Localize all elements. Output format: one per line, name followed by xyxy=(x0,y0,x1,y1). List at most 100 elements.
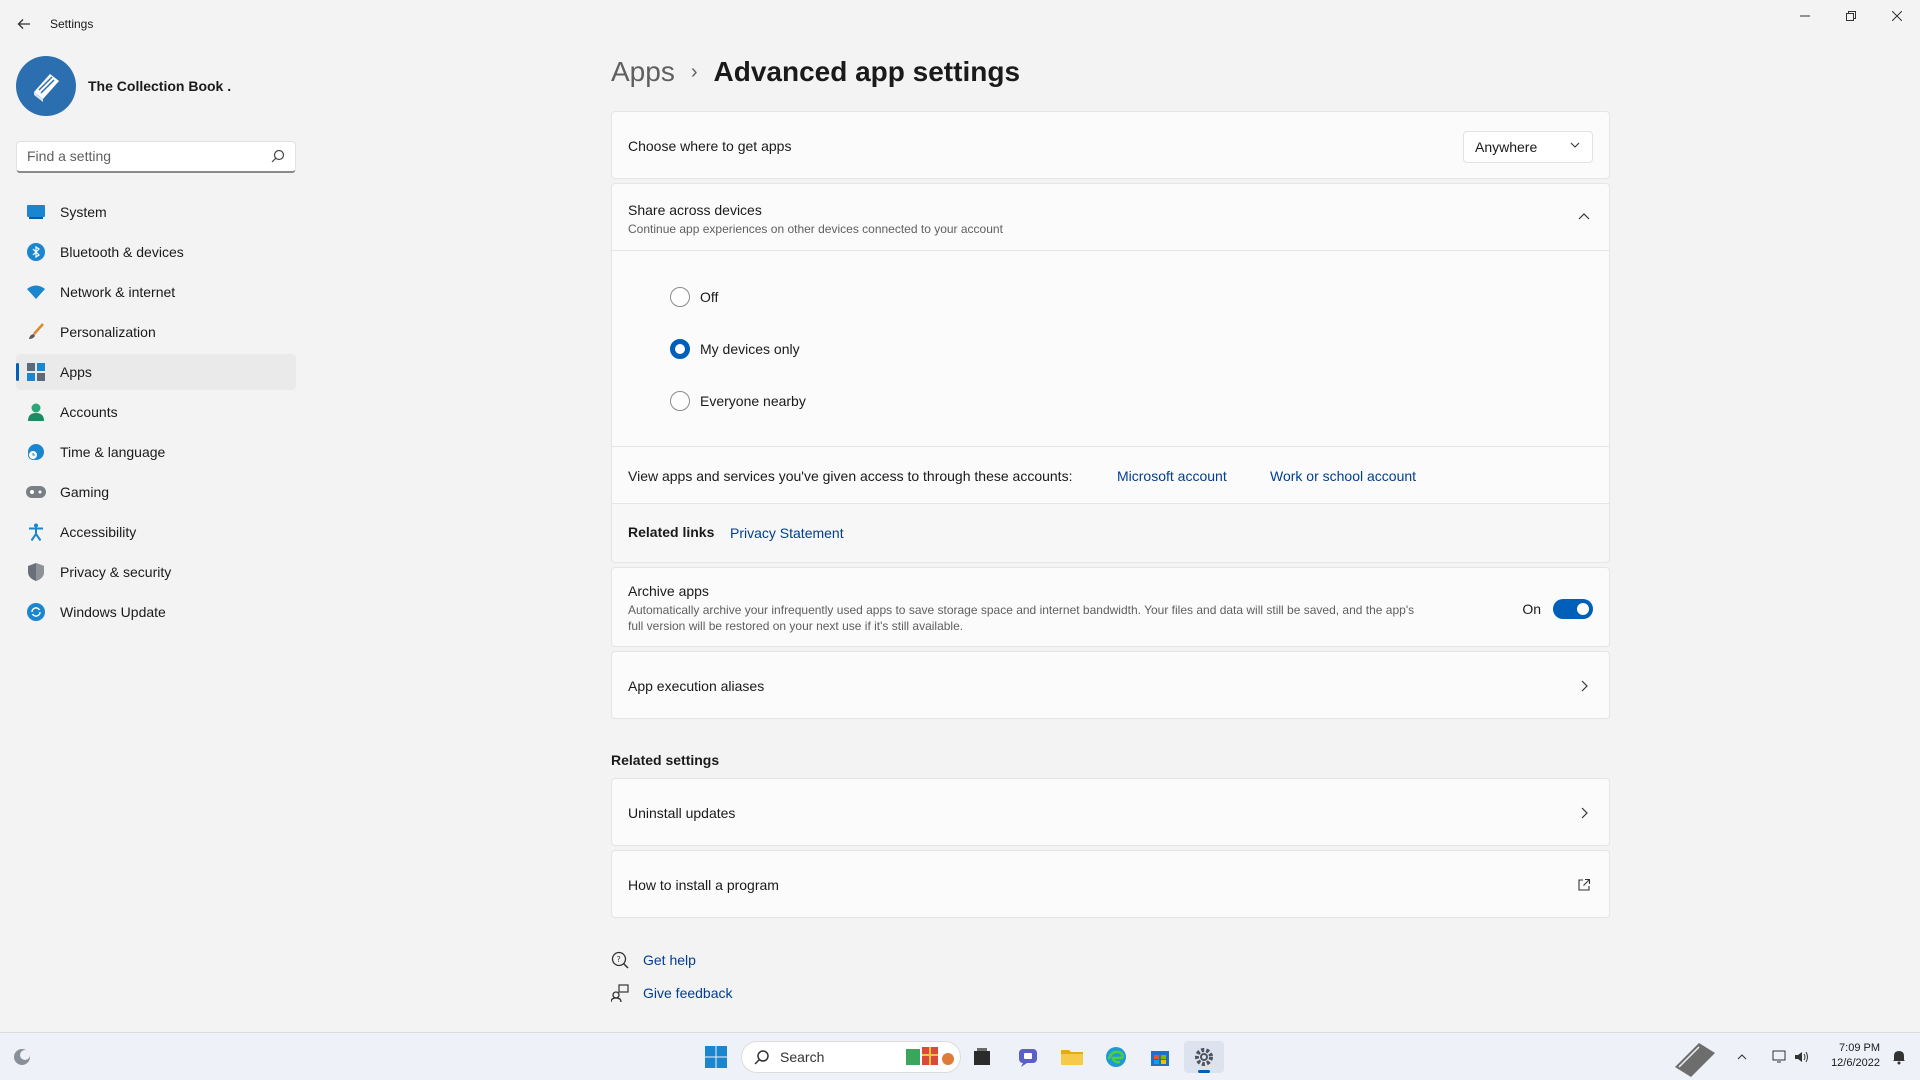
edge-icon xyxy=(1106,1047,1126,1067)
microsoft-account-link[interactable]: Microsoft account xyxy=(1117,468,1227,484)
minimize-button[interactable] xyxy=(1782,0,1828,32)
sidebar-item-time-language[interactable]: Time & language xyxy=(16,434,296,470)
share-across-devices-header[interactable]: Share across devices Continue app experi… xyxy=(611,183,1610,251)
radio-circle[interactable] xyxy=(670,391,690,411)
store-button[interactable] xyxy=(1140,1041,1180,1073)
app-execution-aliases-row[interactable]: App execution aliases xyxy=(611,651,1610,719)
radio-circle[interactable] xyxy=(670,287,690,307)
radio-everyone-nearby[interactable]: Everyone nearby xyxy=(670,391,806,411)
close-icon xyxy=(1892,11,1902,21)
show-hidden-icons-button[interactable] xyxy=(1730,1041,1754,1073)
sidebar-item-apps[interactable]: Apps xyxy=(16,354,296,390)
accounts-row: View apps and services you've given acce… xyxy=(611,446,1610,504)
help-chat-icon: ? xyxy=(611,951,629,969)
start-button[interactable] xyxy=(696,1041,736,1073)
sidebar-item-personalization[interactable]: Personalization xyxy=(16,314,296,350)
store-icon xyxy=(1151,1051,1169,1066)
sidebar-item-system[interactable]: System xyxy=(16,194,296,230)
get-apps-dropdown[interactable]: Anywhere xyxy=(1463,131,1593,163)
sidebar-item-network[interactable]: Network & internet xyxy=(16,274,296,310)
wifi-icon xyxy=(26,282,46,302)
restore-button[interactable] xyxy=(1828,0,1874,32)
radio-circle-checked[interactable] xyxy=(670,339,690,359)
install-program-row[interactable]: How to install a program xyxy=(611,850,1610,918)
sidebar-item-label: Privacy & security xyxy=(60,564,172,580)
file-explorer-button[interactable] xyxy=(1052,1041,1092,1073)
svg-text:?: ? xyxy=(617,955,621,964)
monitor-icon xyxy=(26,202,46,222)
user-profile[interactable]: The Collection Book . xyxy=(16,56,231,116)
breadcrumb-separator: › xyxy=(690,60,698,83)
network-status-icon xyxy=(1772,1050,1786,1063)
chat-button[interactable] xyxy=(1008,1041,1048,1073)
taskbar-clock[interactable]: 7:09 PM 12/6/2022 xyxy=(1831,1041,1880,1071)
person-icon xyxy=(26,402,46,422)
notifications-button[interactable] xyxy=(1884,1041,1914,1073)
chevron-right-icon xyxy=(1581,807,1588,819)
back-button[interactable] xyxy=(12,12,36,36)
taskbar-search[interactable]: Search xyxy=(741,1041,961,1073)
sidebar-item-label: Windows Update xyxy=(60,604,166,620)
install-program-label: How to install a program xyxy=(628,877,779,893)
related-settings-title: Related settings xyxy=(611,752,720,768)
breadcrumb-parent[interactable]: Apps xyxy=(611,56,675,88)
sidebar-item-privacy[interactable]: Privacy & security xyxy=(16,554,296,590)
share-subtitle: Continue app experiences on other device… xyxy=(628,222,1003,236)
give-feedback-link[interactable]: Give feedback xyxy=(643,985,733,1001)
clock-date: 12/6/2022 xyxy=(1831,1057,1880,1069)
get-help-row[interactable]: ? Get help xyxy=(611,951,696,969)
get-apps-card: Choose where to get apps Anywhere xyxy=(611,111,1610,179)
breadcrumb: Apps › Advanced app settings xyxy=(611,56,1020,88)
sidebar-item-accessibility[interactable]: Accessibility xyxy=(16,514,296,550)
weather-icon xyxy=(14,1049,30,1065)
task-view-button[interactable] xyxy=(962,1041,1002,1073)
widgets-button[interactable] xyxy=(2,1041,42,1073)
close-button[interactable] xyxy=(1874,0,1920,32)
clock-time: 7:09 PM xyxy=(1839,1042,1880,1054)
archive-toggle[interactable] xyxy=(1553,599,1593,619)
radio-off[interactable]: Off xyxy=(670,287,718,307)
sidebar-item-gaming[interactable]: Gaming xyxy=(16,474,296,510)
radio-label: Off xyxy=(700,289,719,305)
volume-icon xyxy=(1795,1051,1808,1063)
get-help-link[interactable]: Get help xyxy=(643,952,696,968)
gamepad-icon xyxy=(26,482,46,502)
back-arrow-icon xyxy=(17,19,30,29)
settings-search[interactable] xyxy=(16,141,296,173)
window-title: Settings xyxy=(50,17,94,31)
sidebar-item-label: Bluetooth & devices xyxy=(60,244,184,260)
settings-app-button[interactable] xyxy=(1184,1041,1224,1073)
work-school-account-link[interactable]: Work or school account xyxy=(1270,468,1416,484)
taskbar: Search 7:09 PM 12/6/2022 xyxy=(0,1032,1920,1080)
sidebar-item-bluetooth[interactable]: Bluetooth & devices xyxy=(16,234,296,270)
restore-icon xyxy=(1846,11,1856,21)
feedback-icon xyxy=(611,984,629,1002)
share-title: Share across devices xyxy=(628,202,762,218)
sidebar-item-accounts[interactable]: Accounts xyxy=(16,394,296,430)
edge-browser-button[interactable] xyxy=(1096,1041,1136,1073)
related-links-label: Related links xyxy=(628,524,715,540)
accessibility-icon xyxy=(26,522,46,542)
search-icon xyxy=(754,1050,769,1065)
sidebar-item-windows-update[interactable]: Windows Update xyxy=(16,594,296,630)
give-feedback-row[interactable]: Give feedback xyxy=(611,984,733,1002)
bluetooth-icon xyxy=(26,242,46,262)
search-input[interactable] xyxy=(17,142,257,170)
sidebar-item-label: System xyxy=(60,204,107,220)
share-options-panel: Off My devices only Everyone nearby xyxy=(611,251,1610,447)
privacy-statement-link[interactable]: Privacy Statement xyxy=(730,525,844,541)
taskbar-search-label: Search xyxy=(780,1049,825,1065)
sidebar-nav: System Bluetooth & devices Network & int… xyxy=(16,194,296,634)
page-title: Advanced app settings xyxy=(713,56,1021,87)
avatar xyxy=(16,56,76,116)
uninstall-updates-row[interactable]: Uninstall updates xyxy=(611,778,1610,846)
archive-text-block: Archive apps Automatically archive your … xyxy=(628,583,1428,634)
system-tray[interactable] xyxy=(1756,1041,1826,1073)
book-watermark-icon xyxy=(1675,1043,1715,1077)
chevron-up-icon[interactable] xyxy=(1577,210,1591,224)
sidebar-item-label: Network & internet xyxy=(60,284,176,300)
radio-my-devices-only[interactable]: My devices only xyxy=(670,339,800,359)
external-link-icon xyxy=(1578,878,1591,891)
archive-subtitle: Automatically archive your infrequently … xyxy=(628,603,1415,633)
windows-logo-icon xyxy=(705,1046,727,1068)
